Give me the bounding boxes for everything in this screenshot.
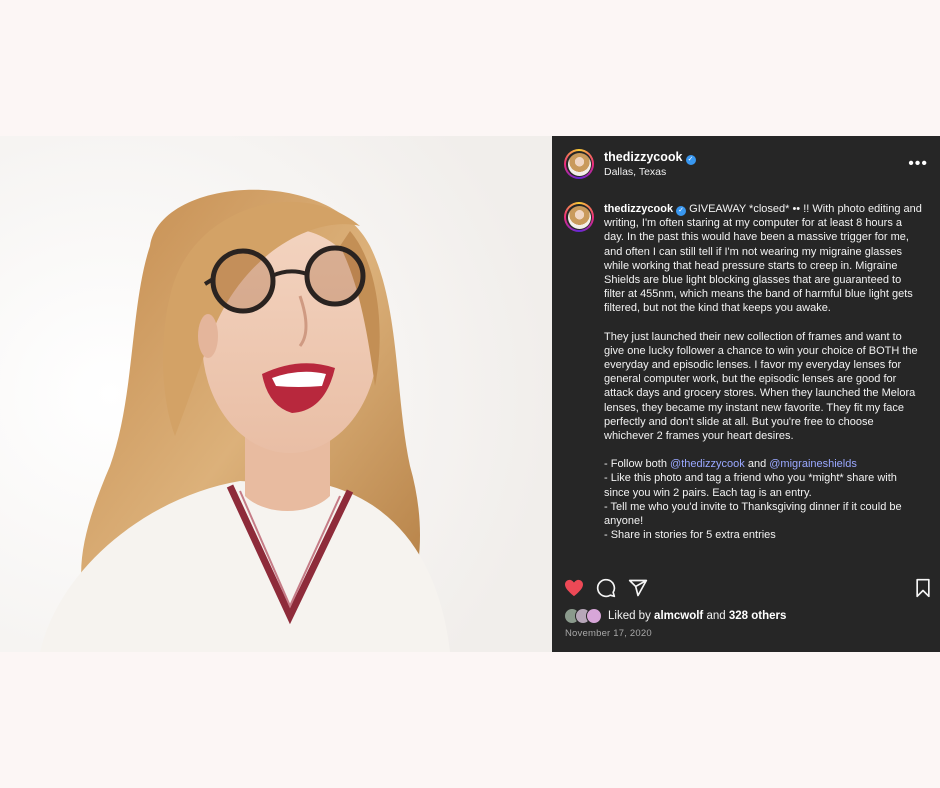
post-detail-panel: thedizzycook ✓ Dallas, Texas ••• thedizzy… xyxy=(552,136,940,652)
rule-1-and: and xyxy=(744,458,770,471)
comment-icon[interactable] xyxy=(596,578,616,598)
mention-migraineshields[interactable]: @migraineshields xyxy=(769,458,857,470)
likes-others[interactable]: 328 others xyxy=(729,610,787,622)
caption-username[interactable]: thedizzycook xyxy=(604,203,673,215)
rule-2: - Like this photo and tag a friend who y… xyxy=(604,472,897,499)
rule-1: - Follow both @thedizzycook and @migrain… xyxy=(604,457,922,471)
rule-4: - Share in stories for 5 extra entries xyxy=(604,529,776,542)
verified-icon: ✓ xyxy=(676,206,687,216)
header-username[interactable]: thedizzycook xyxy=(604,150,683,164)
avatar[interactable] xyxy=(564,149,594,179)
location[interactable]: Dallas, Texas xyxy=(604,165,696,180)
more-icon[interactable]: ••• xyxy=(908,156,930,172)
heart-icon[interactable] xyxy=(564,579,584,597)
bookmark-icon[interactable] xyxy=(914,578,932,598)
likes-prefix: Liked by xyxy=(608,610,651,622)
rule-3: - Tell me who you'd invite to Thanksgivi… xyxy=(604,500,902,528)
likes-and: and xyxy=(703,610,729,622)
action-bar xyxy=(564,576,932,600)
likes-row: Liked by almcwolf and 328 others xyxy=(564,608,786,624)
woman-portrait-illustration xyxy=(0,136,552,652)
post-photo[interactable] xyxy=(0,136,552,652)
caption-avatar[interactable] xyxy=(564,202,594,232)
caption-text: thedizzycook ✓ GIVEAWAY *closed* •• !! Wi… xyxy=(604,202,922,542)
share-icon[interactable] xyxy=(628,578,648,598)
post-header: thedizzycook ✓ Dallas, Texas ••• xyxy=(564,146,930,182)
mention-thedizzycook[interactable]: @thedizzycook xyxy=(670,458,745,470)
caption-intro: GIVEAWAY *closed* •• !! With photo editi… xyxy=(604,203,922,315)
instagram-post: thedizzycook ✓ Dallas, Texas ••• thedizzy… xyxy=(0,136,940,652)
rule-1-text: - Follow both xyxy=(604,458,671,471)
verified-icon: ✓ xyxy=(685,154,696,165)
liker-username[interactable]: almcwolf xyxy=(654,610,703,622)
post-date: November 17, 2020 xyxy=(565,628,652,639)
caption-paragraph-2: They just launched their new collection … xyxy=(604,330,918,443)
caption: thedizzycook ✓ GIVEAWAY *closed* •• !! Wi… xyxy=(564,202,928,542)
liker-avatars[interactable] xyxy=(564,608,602,624)
